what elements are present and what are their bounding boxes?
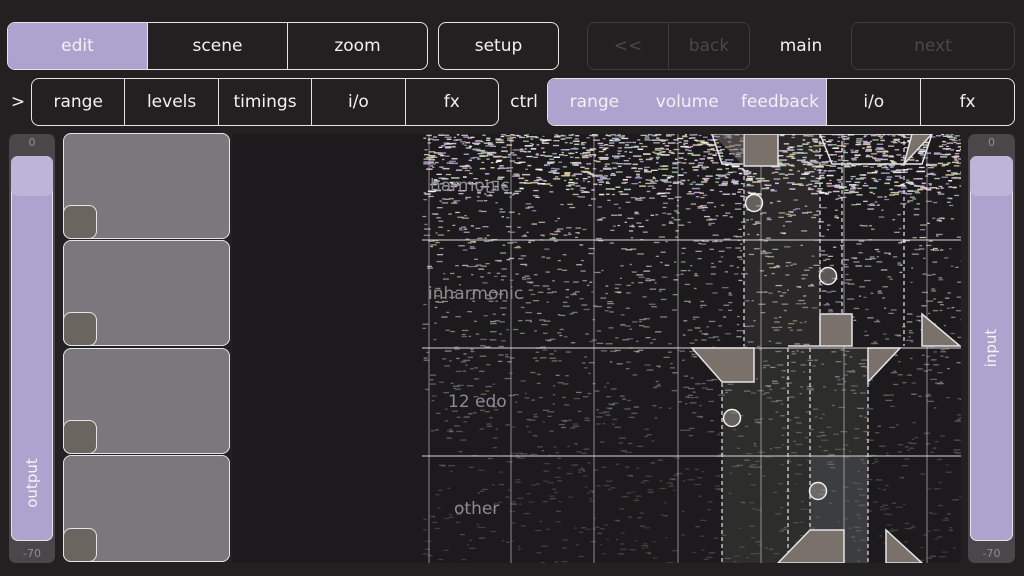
output-min-label: -70	[23, 547, 41, 560]
setup-button[interactable]: setup	[438, 22, 559, 70]
ctrl-tabs: range volume feedback i/o fx	[547, 78, 1015, 126]
ctrl-label: ctrl	[510, 92, 538, 112]
main-label[interactable]: main	[760, 22, 842, 70]
zone-label-inharmonic: inharmonic	[428, 284, 524, 304]
output-slider[interactable]: 0 output -70	[9, 134, 55, 563]
tab-scene[interactable]: scene	[147, 23, 287, 69]
ctrl-tab-fx[interactable]: fx	[920, 79, 1014, 125]
back-button[interactable]: back	[668, 23, 749, 69]
zone-label-harmonic: harmonic	[430, 176, 510, 196]
ctrl-tab-feedback[interactable]: feedback	[733, 79, 827, 125]
tab-levels[interactable]: levels	[124, 79, 217, 125]
input-min-label: -70	[982, 547, 1001, 560]
history-nav: << back	[587, 22, 750, 70]
tab-zoom[interactable]: zoom	[287, 23, 427, 69]
output-max-label: 0	[28, 136, 36, 149]
input-slider[interactable]: 0 input -70	[968, 134, 1015, 563]
pad-panel-4[interactable]	[63, 455, 230, 562]
prev-button[interactable]: <<	[588, 23, 668, 69]
input-knob[interactable]	[970, 156, 1013, 196]
spectrogram-canvas	[422, 134, 961, 563]
output-label: output	[23, 458, 41, 508]
edit-mode-tabs: range levels timings i/o fx	[31, 78, 499, 126]
ctrl-tab-io[interactable]: i/o	[826, 79, 920, 125]
input-label: input	[982, 328, 1000, 368]
view-tabs: edit scene zoom	[7, 22, 428, 70]
tab-edit[interactable]: edit	[8, 23, 147, 69]
pad-panel-2[interactable]	[63, 240, 230, 346]
pad-handle-1[interactable]	[63, 205, 97, 239]
pad-panel-1[interactable]	[63, 133, 230, 239]
zone-label-12edo: 12 edo	[448, 392, 507, 412]
tab-range[interactable]: range	[32, 79, 124, 125]
pad-panel-3[interactable]	[63, 348, 230, 454]
ctrl-tab-volume[interactable]: volume	[640, 79, 734, 125]
pad-handle-3[interactable]	[63, 420, 97, 454]
tab-fx[interactable]: fx	[404, 79, 498, 125]
pad-handle-2[interactable]	[63, 312, 97, 346]
spectrogram[interactable]	[232, 134, 961, 563]
pad-handle-4[interactable]	[63, 528, 97, 562]
tab-io[interactable]: i/o	[311, 79, 404, 125]
ctrl-tab-range[interactable]: range	[548, 79, 641, 125]
tab-timings[interactable]: timings	[217, 79, 311, 125]
prompt-symbol: >	[10, 92, 26, 112]
output-knob[interactable]	[11, 156, 53, 196]
input-max-label: 0	[988, 136, 995, 149]
zone-label-other: other	[454, 499, 500, 519]
next-button[interactable]: next	[851, 22, 1015, 70]
